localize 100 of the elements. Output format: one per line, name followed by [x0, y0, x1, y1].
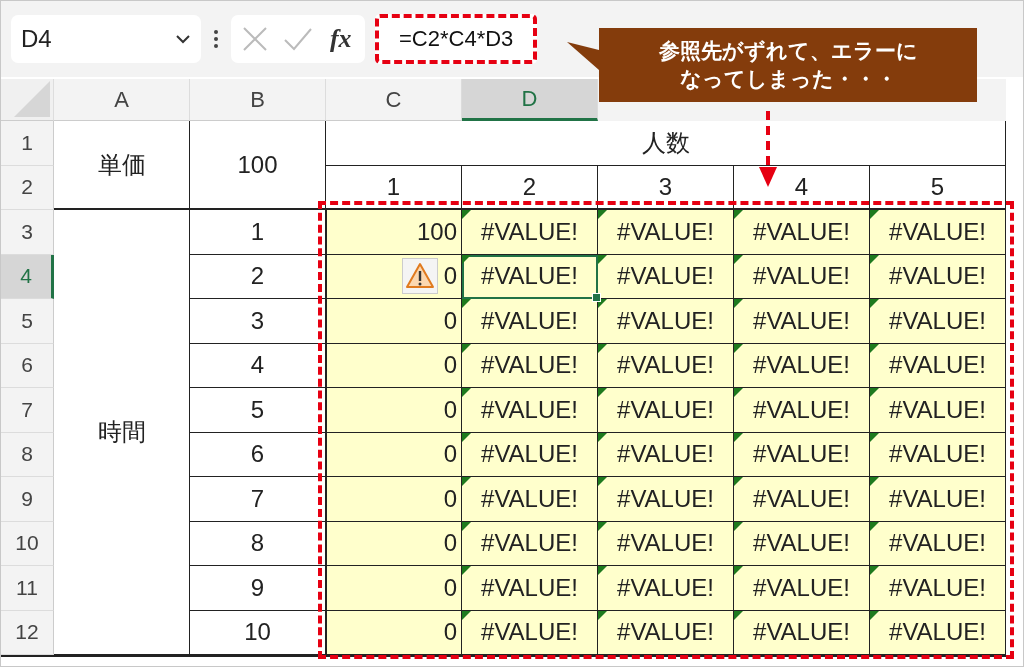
- row-header[interactable]: 11: [1, 566, 54, 611]
- row-header[interactable]: 10: [1, 521, 54, 566]
- error-indicator-icon: [734, 566, 743, 575]
- error-indicator-icon: [462, 210, 471, 219]
- row-header[interactable]: 12: [1, 610, 54, 655]
- error-indicator-icon: [734, 343, 743, 353]
- cell-value: #VALUE!: [617, 306, 714, 335]
- error-indicator-icon: [598, 432, 607, 442]
- error-indicator-icon: [598, 343, 607, 353]
- cell-value: #VALUE!: [753, 262, 850, 291]
- error-indicator-icon: [462, 343, 471, 353]
- fill-handle[interactable]: [592, 293, 601, 302]
- callout-text: なってしまった・・・: [679, 66, 897, 93]
- error-indicator-icon: [462, 610, 471, 620]
- cell-value: #VALUE!: [481, 529, 578, 558]
- cell-value: 0: [443, 306, 457, 335]
- row-header[interactable]: 8: [1, 432, 54, 477]
- error-indicator-icon: [598, 299, 607, 308]
- cell-value: 0: [443, 351, 457, 380]
- error-indicator-icon: [870, 521, 879, 531]
- error-indicator-icon: [870, 343, 879, 353]
- cell-value: #VALUE!: [753, 573, 850, 602]
- row-header[interactable]: 4: [1, 254, 54, 299]
- cell-value: #VALUE!: [481, 395, 578, 424]
- error-indicator-icon: [734, 254, 743, 264]
- cell-value: 0: [443, 573, 457, 602]
- cell-value: #VALUE!: [753, 618, 850, 647]
- cell-value: #VALUE!: [481, 262, 578, 291]
- cell-value: 0: [443, 529, 457, 558]
- table-cell: 単価: [54, 121, 190, 210]
- insert-function-button[interactable]: fx: [327, 24, 354, 54]
- column-header[interactable]: B: [190, 79, 326, 121]
- cell-value: #VALUE!: [481, 351, 578, 380]
- table-cell: 3: [598, 165, 734, 210]
- cell-value: #VALUE!: [889, 484, 986, 513]
- cell-value: 0: [443, 262, 457, 291]
- cell-value: #VALUE!: [889, 573, 986, 602]
- error-indicator-icon: [870, 388, 879, 397]
- error-indicator-icon: [870, 299, 879, 308]
- error-indicator-icon: [870, 566, 879, 575]
- cell-value: 0: [443, 440, 457, 469]
- table-cell: 7: [190, 477, 326, 522]
- cell-value: #VALUE!: [753, 351, 850, 380]
- cell-value: 0: [443, 484, 457, 513]
- cell-value: #VALUE!: [617, 440, 714, 469]
- error-indicator-icon: [734, 521, 743, 531]
- row-header[interactable]: 3: [1, 210, 54, 255]
- cell-value: #VALUE!: [753, 395, 850, 424]
- cell-value: #VALUE!: [889, 351, 986, 380]
- cell-value: #VALUE!: [617, 618, 714, 647]
- cell-value: #VALUE!: [889, 529, 986, 558]
- cell-value: #VALUE!: [889, 395, 986, 424]
- error-indicator-icon: [598, 477, 607, 486]
- cell-value: 0: [443, 395, 457, 424]
- error-indicator-icon: [462, 388, 471, 397]
- warning-icon[interactable]: [401, 258, 438, 295]
- row-header[interactable]: 2: [1, 165, 54, 210]
- table-cell: 5: [190, 388, 326, 433]
- cell-value: 100: [416, 217, 457, 246]
- table-cell: 8: [190, 521, 326, 566]
- error-indicator-icon: [462, 521, 471, 531]
- row-header[interactable]: 6: [1, 343, 54, 388]
- cell-value: #VALUE!: [481, 440, 578, 469]
- cell-value: #VALUE!: [617, 484, 714, 513]
- error-indicator-icon: [870, 210, 879, 219]
- formula-field[interactable]: =C2*C4*D3: [375, 14, 538, 64]
- error-indicator-icon: [870, 254, 879, 264]
- error-indicator-icon: [462, 299, 471, 308]
- table-cell: 1: [190, 210, 326, 255]
- row-header[interactable]: 7: [1, 388, 54, 433]
- column-header[interactable]: C: [326, 79, 462, 121]
- check-icon[interactable]: [283, 27, 314, 51]
- error-indicator-icon: [734, 210, 743, 219]
- error-indicator-icon: [734, 610, 743, 620]
- error-indicator-icon: [462, 477, 471, 486]
- chevron-down-icon: [175, 34, 191, 44]
- cell-value: #VALUE!: [753, 440, 850, 469]
- cell-value: #VALUE!: [617, 217, 714, 246]
- error-indicator-icon: [734, 299, 743, 308]
- column-header[interactable]: A: [54, 79, 190, 121]
- row-header[interactable]: 1: [1, 121, 54, 166]
- table-cell: 2: [462, 165, 598, 210]
- cell-value: #VALUE!: [617, 395, 714, 424]
- table-cell: 4: [190, 343, 326, 388]
- row-header[interactable]: 9: [1, 477, 54, 522]
- more-options-icon[interactable]: [213, 28, 219, 50]
- table-cell: 6: [190, 432, 326, 477]
- row-header[interactable]: 5: [1, 299, 54, 344]
- error-indicator-icon: [462, 432, 471, 442]
- name-box[interactable]: D4: [11, 15, 201, 63]
- cancel-icon[interactable]: [242, 26, 269, 52]
- cell-value: #VALUE!: [753, 484, 850, 513]
- error-indicator-icon: [598, 210, 607, 219]
- cell-value: #VALUE!: [617, 529, 714, 558]
- table-cell: 時間: [54, 210, 190, 655]
- error-indicator-icon: [598, 254, 607, 264]
- error-indicator-icon: [734, 477, 743, 486]
- cell-value: #VALUE!: [889, 306, 986, 335]
- cell-value: #VALUE!: [481, 573, 578, 602]
- column-header[interactable]: D: [462, 79, 598, 121]
